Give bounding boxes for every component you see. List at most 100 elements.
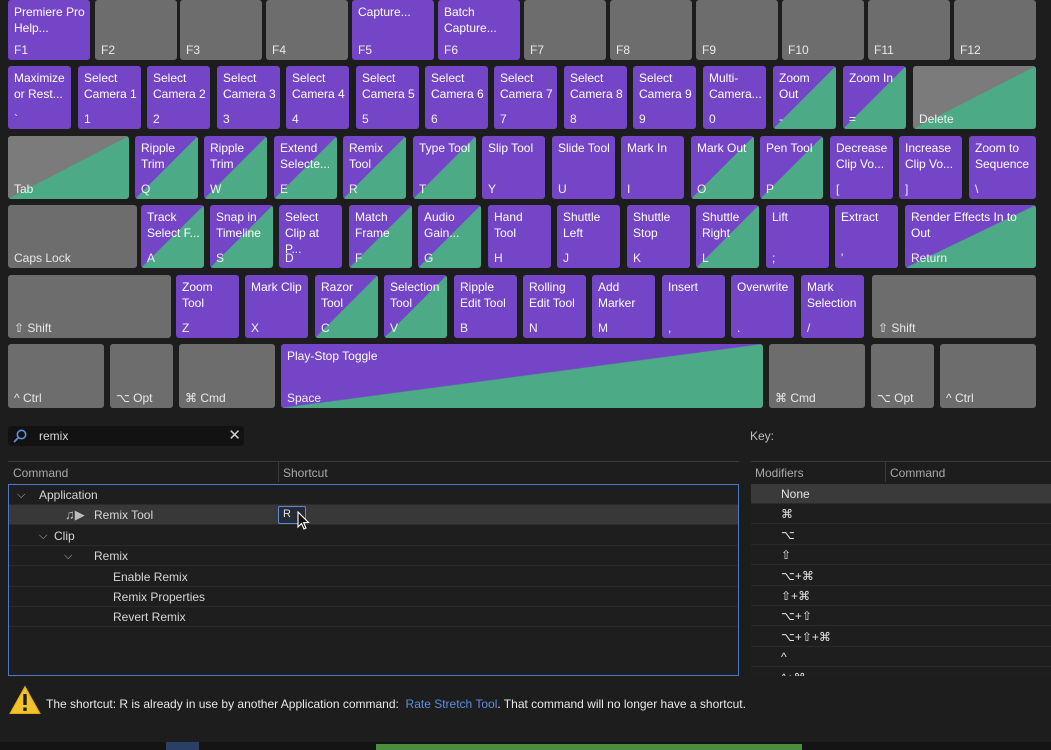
modifier-row[interactable]: ⌥+⇧ — [751, 606, 1051, 627]
key-f6[interactable]: Batch Capture... F6 — [438, 0, 520, 60]
key-shift[interactable]: ⇧ Shift — [872, 275, 1036, 338]
key-0[interactable]: Multi- Camera... 0 — [703, 66, 766, 129]
key-6[interactable]: Select Camera 6 6 — [425, 66, 488, 129]
key-f10[interactable]: F10 — [782, 0, 864, 60]
key-[interactable]: Zoom to Sequence \ — [969, 136, 1036, 199]
key-f5[interactable]: Capture... F5 — [352, 0, 434, 60]
key-ctrl[interactable]: ^ Ctrl — [8, 344, 104, 408]
key-[interactable]: Insert, — [662, 275, 725, 338]
chevron-down-icon[interactable]: ⌵ — [64, 546, 72, 566]
modifier-row[interactable]: ⇧ — [751, 545, 1051, 566]
conflict-command-link[interactable]: Rate Stretch Tool — [406, 697, 498, 711]
key-[interactable]: Zoom In = — [843, 66, 906, 129]
key-f7[interactable]: F7 — [524, 0, 606, 60]
key-2[interactable]: Select Camera 2 2 — [147, 66, 210, 129]
key-j[interactable]: Shuttle Left J — [557, 205, 620, 268]
tree-group-row[interactable]: ⌵ Remix — [9, 546, 738, 567]
key-w[interactable]: Ripple Trim W — [204, 136, 267, 199]
key-h[interactable]: Hand Tool H — [488, 205, 551, 268]
tree-group-row[interactable]: ⌵ Clip — [9, 526, 738, 546]
modifier-row[interactable]: None — [751, 484, 1051, 504]
key-g[interactable]: Audio Gain... G — [418, 205, 481, 268]
key-u[interactable]: Slide Tool U — [552, 136, 615, 199]
modifiers-column-header[interactable]: Modifiers — [755, 466, 804, 480]
key-1[interactable]: Select Camera 1 1 — [78, 66, 141, 129]
key-shift[interactable]: ⇧ Shift — [8, 275, 171, 338]
key-[interactable]: Lift; — [766, 205, 829, 268]
tree-command-row[interactable]: Remix Properties — [9, 587, 738, 607]
chevron-down-icon[interactable]: ⌵ — [39, 526, 47, 546]
key-[interactable]: Overwrite. — [731, 275, 794, 338]
key-b[interactable]: Ripple Edit Tool B — [454, 275, 517, 338]
key-[interactable]: Extract ' — [835, 205, 898, 268]
key-k[interactable]: Shuttle Stop K — [627, 205, 690, 268]
key-d[interactable]: Select Clip at P... D — [279, 205, 342, 268]
key-f9[interactable]: F9 — [696, 0, 778, 60]
key-tab[interactable]: Tab — [8, 136, 129, 199]
key-x[interactable]: Mark Clip X — [245, 275, 308, 338]
search-input[interactable]: remix — [39, 429, 68, 443]
key-[interactable]: Increase Clip Vo...] — [899, 136, 962, 199]
key-f[interactable]: Match Frame F — [349, 205, 412, 268]
modifier-row[interactable]: ^+⌘ — [751, 668, 1051, 676]
clear-icon[interactable]: ✕ — [228, 426, 241, 446]
key-[interactable]: Decrease Clip Vo... [ — [830, 136, 893, 199]
key-l[interactable]: Shuttle Right L — [696, 205, 759, 268]
key-opt[interactable]: ⌥ Opt — [871, 344, 934, 408]
key-[interactable]: Maximize or Rest... ` — [8, 66, 71, 129]
key-f12[interactable]: F12 — [954, 0, 1036, 60]
key-n[interactable]: Rolling Edit Tool N — [523, 275, 586, 338]
key-delete[interactable]: Delete — [913, 66, 1036, 129]
key-9[interactable]: Select Camera 9 9 — [633, 66, 696, 129]
modifier-row[interactable]: ⌥+⇧+⌘ — [751, 627, 1051, 647]
key-ctrl[interactable]: ^ Ctrl — [940, 344, 1036, 408]
shortcut-column-header[interactable]: Shortcut — [283, 466, 328, 480]
key-f8[interactable]: F8 — [610, 0, 692, 60]
modifier-row[interactable]: ⇧+⌘ — [751, 586, 1051, 606]
shortcut-value[interactable]: R — [283, 508, 291, 520]
search-field[interactable]: remix ✕ — [8, 426, 244, 446]
key-f3[interactable]: F3 — [180, 0, 262, 60]
key-[interactable]: Zoom Out - — [773, 66, 836, 129]
key-f1[interactable]: Premiere Pro Help... F1 — [8, 0, 90, 60]
tree-command-row[interactable]: Revert Remix — [9, 607, 738, 628]
key-p[interactable]: Pen Tool P — [760, 136, 823, 199]
key-opt[interactable]: ⌥ Opt — [110, 344, 173, 408]
key-[interactable]: Mark Selection / — [801, 275, 864, 338]
key-3[interactable]: Select Camera 3 3 — [217, 66, 280, 129]
key-y[interactable]: Slip Tool Y — [482, 136, 545, 199]
key-z[interactable]: Zoom Tool Z — [176, 275, 239, 338]
modifier-row[interactable]: ⌥+⌘ — [751, 566, 1051, 586]
key-f11[interactable]: F11 — [868, 0, 950, 60]
key-7[interactable]: Select Camera 7 7 — [494, 66, 557, 129]
key-4[interactable]: Select Camera 4 4 — [286, 66, 349, 129]
key-t[interactable]: Type Tool T — [413, 136, 476, 199]
modifier-row[interactable]: ⌥ — [751, 525, 1051, 545]
key-cmd[interactable]: ⌘ Cmd — [769, 344, 865, 408]
chevron-down-icon[interactable]: ⌵ — [17, 485, 25, 505]
key-8[interactable]: Select Camera 8 8 — [564, 66, 627, 129]
key-v[interactable]: Selection Tool V — [384, 275, 447, 338]
key-m[interactable]: Add Marker M — [592, 275, 655, 338]
key-i[interactable]: Mark In I — [621, 136, 684, 199]
key-f4[interactable]: F4 — [266, 0, 348, 60]
key-r[interactable]: Remix Tool R — [343, 136, 406, 199]
modifier-row[interactable]: ^ — [751, 647, 1051, 668]
key-s[interactable]: Snap in Timeline S — [210, 205, 273, 268]
modifier-command-column-header[interactable]: Command — [890, 466, 945, 480]
command-tree[interactable]: ⌵ Application ♫▶ Remix Tool ⌵ Clip ⌵ Remix Enabl… — [8, 484, 739, 676]
key-5[interactable]: Select Camera 5 5 — [356, 66, 419, 129]
key-a[interactable]: Track Select F... A — [141, 205, 204, 268]
key-f2[interactable]: F2 — [95, 0, 177, 60]
key-cmd[interactable]: ⌘ Cmd — [179, 344, 275, 408]
tree-command-row[interactable]: Enable Remix — [9, 567, 738, 587]
key-c[interactable]: Razor Tool C — [315, 275, 378, 338]
key-q[interactable]: Ripple Trim Q — [135, 136, 198, 199]
tree-group-row[interactable]: ⌵ Application — [9, 485, 738, 505]
command-column-header[interactable]: Command — [13, 466, 68, 480]
key-return[interactable]: Render Effects In to Out Return — [905, 205, 1036, 268]
key-space[interactable]: Play-Stop Toggle Space — [281, 344, 763, 408]
key-e[interactable]: Extend Selecte... E — [274, 136, 337, 199]
tree-command-row[interactable]: ♫▶ Remix Tool — [9, 505, 738, 526]
modifier-row[interactable]: ⌘ — [751, 504, 1051, 525]
